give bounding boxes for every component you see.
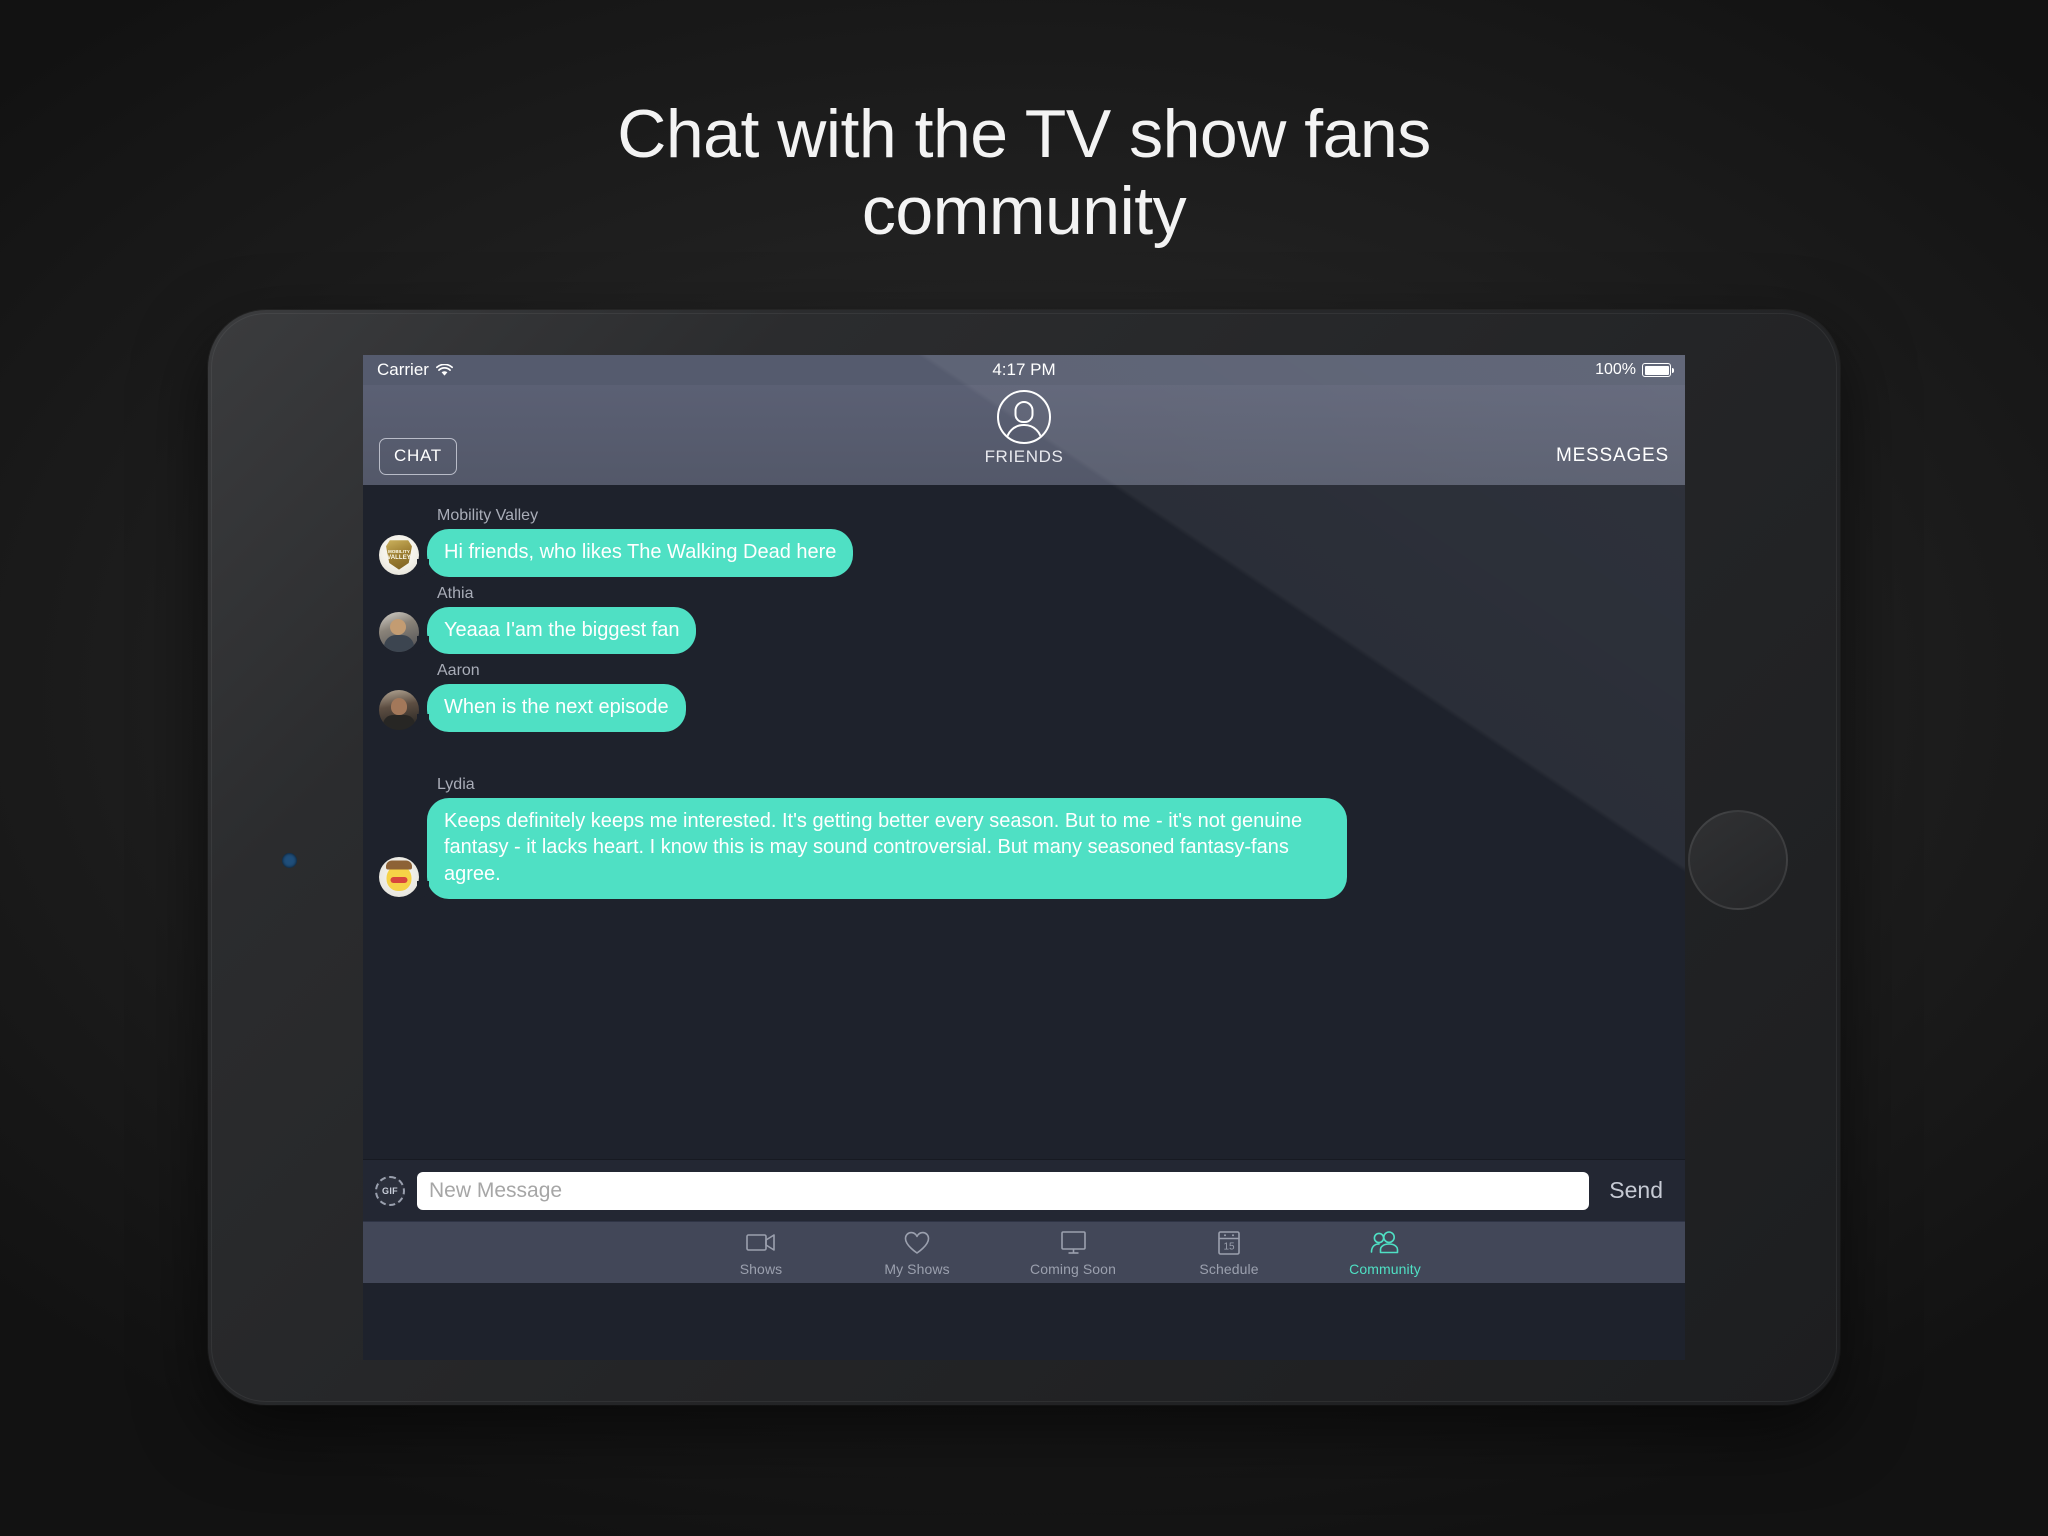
tab-label: Coming Soon	[1030, 1260, 1116, 1277]
chat-message-row: Lydia Keeps definitely keeps me interest…	[363, 776, 1685, 899]
chat-message-body: Aaron When is the next episode	[417, 662, 686, 732]
home-button[interactable]	[1688, 810, 1788, 910]
chat-message-row: Aaron When is the next episode	[363, 662, 1685, 732]
page-title: Chat with the TV show fans community	[0, 96, 2048, 250]
person-circle-icon	[997, 390, 1051, 444]
battery-percent-label: 100%	[1595, 361, 1636, 378]
people-icon	[1369, 1229, 1401, 1257]
nav-bar-title-group: FRIENDS	[363, 390, 1685, 467]
aaron-photo-avatar[interactable]	[379, 689, 419, 730]
status-bar-right: 100%	[1595, 361, 1674, 379]
message-composer: GIF Send	[363, 1159, 1685, 1221]
lydia-pikachu-avatar[interactable]	[379, 856, 419, 897]
message-sender-name: Lydia	[437, 775, 475, 793]
calendar-15-icon: 15	[1217, 1229, 1241, 1257]
tablet-device-frame: Carrier 4:17 PM 100% CHAT FRIENDS MESSAG…	[208, 310, 1840, 1405]
chat-message-row: Athia Yeaaa I'am the biggest fan	[363, 585, 1685, 655]
svg-text:15: 15	[1223, 1241, 1235, 1252]
message-bubble: When is the next episode	[417, 684, 686, 732]
chat-message-body: Lydia Keeps definitely keeps me interest…	[417, 775, 1347, 899]
message-sender-name: Athia	[437, 584, 474, 602]
message-bubble: Keeps definitely keeps me interested. It…	[417, 797, 1347, 899]
athia-photo-avatar[interactable]	[379, 612, 419, 653]
gif-icon[interactable]: GIF	[375, 1175, 405, 1206]
tablet-screen: Carrier 4:17 PM 100% CHAT FRIENDS MESSAG…	[363, 355, 1685, 1360]
tab-label: Community	[1349, 1260, 1421, 1277]
chat-message-body: Mobility Valley Hi friends, who likes Th…	[416, 507, 854, 577]
send-button[interactable]: Send	[1601, 1177, 1675, 1204]
monitor-icon	[1060, 1229, 1087, 1257]
mobility-valley-badge-avatar[interactable]: MOBILITY VALLEY	[379, 534, 419, 575]
tab-label: Shows	[739, 1260, 783, 1277]
headline-line-1: Chat with the TV show fans	[617, 96, 1431, 172]
tab-label: My Shows	[884, 1260, 950, 1277]
tab-community[interactable]: Community	[1307, 1222, 1463, 1283]
bottom-tab-bar: Shows My Shows Coming Soon 15 Schedule C…	[363, 1221, 1685, 1283]
tab-label: Schedule	[1199, 1260, 1259, 1277]
heart-icon	[904, 1229, 930, 1257]
tab-my-shows[interactable]: My Shows	[839, 1222, 995, 1283]
front-camera-icon	[282, 853, 297, 868]
message-bubble: Hi friends, who likes The Walking Dead h…	[416, 529, 854, 577]
tab-shows[interactable]: Shows	[683, 1222, 839, 1283]
nav-bar-title: FRIENDS	[984, 447, 1064, 466]
chat-message-list[interactable]: MOBILITY VALLEY Mobility Valley Hi friend…	[363, 485, 1685, 1159]
messages-button[interactable]: MESSAGES	[1556, 445, 1669, 475]
chat-button[interactable]: CHAT	[379, 438, 457, 475]
navigation-bar: CHAT FRIENDS MESSAGES	[363, 385, 1685, 485]
message-sender-name: Mobility Valley	[437, 507, 539, 524]
message-input[interactable]	[417, 1171, 1590, 1210]
message-sender-name: Aaron	[437, 662, 480, 680]
tab-coming-soon[interactable]: Coming Soon	[995, 1222, 1151, 1283]
tab-schedule[interactable]: 15 Schedule	[1151, 1222, 1307, 1283]
status-bar-time: 4:17 PM	[992, 360, 1056, 379]
status-bar: Carrier 4:17 PM 100%	[363, 355, 1685, 385]
chat-message-body: Athia Yeaaa I'am the biggest fan	[416, 584, 697, 655]
video-camera-icon	[746, 1229, 776, 1257]
chat-message-row: MOBILITY VALLEY Mobility Valley Hi friend…	[363, 507, 1685, 577]
battery-full-icon	[1642, 363, 1674, 377]
message-bubble: Yeaaa I'am the biggest fan	[416, 606, 697, 655]
headline-line-2: community	[861, 172, 1187, 249]
